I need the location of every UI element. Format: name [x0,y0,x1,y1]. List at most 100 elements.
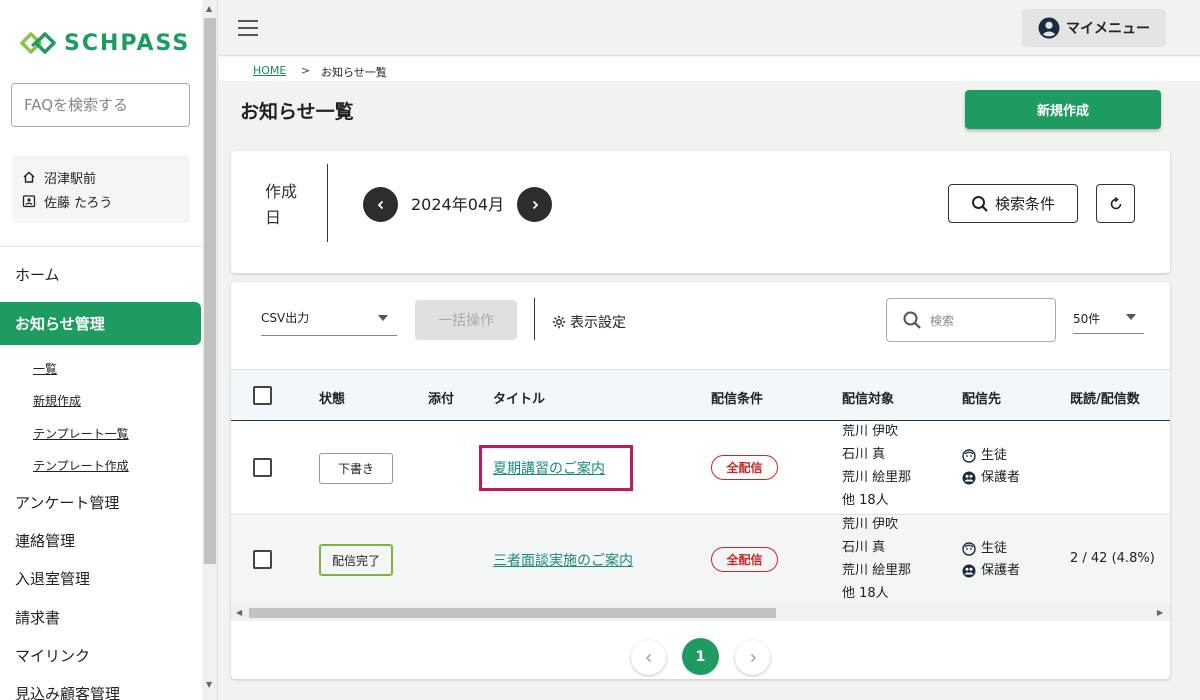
sidebar-item-notice-mgmt[interactable]: お知らせ管理 [0,302,201,345]
page-title: お知らせ一覧 [240,101,354,123]
csv-caret-down-icon [378,315,388,321]
gear-icon [552,315,566,329]
status-badge: 下書き [319,453,393,484]
row-checkbox[interactable] [253,550,272,569]
logo-text: SCHPASS [64,30,191,56]
target-list: 荒川 伊吹 石川 真 荒川 絵里那 他 18人 [842,420,911,512]
current-month: 2024年04月 [411,195,505,214]
my-menu-button[interactable]: マイメニュー [1022,9,1166,47]
notice-list-card: CSV出力 一括操作 表示設定 検索 50件 状態 添付 タイトル 配信条件 配… [231,282,1170,679]
col-header-targets[interactable]: 配信対象 [842,388,894,407]
faq-search-input[interactable] [11,83,190,127]
pagination-next-button[interactable] [735,640,770,675]
created-date-label: 作成日 [265,182,298,227]
school-row: 沼津駅前 [22,165,180,189]
pagination-prev-button[interactable] [631,640,666,675]
my-menu-label: マイメニュー [1066,21,1150,37]
sidebar-item-prospect[interactable]: 見込み顧客管理 [15,683,120,700]
sidebar-subitem-template-list[interactable]: テンプレート一覧 [33,425,129,442]
col-header-destination[interactable]: 配信先 [962,388,1001,407]
new-notice-button[interactable]: 新規作成 [965,90,1161,129]
col-header-title[interactable]: タイトル [493,388,545,407]
csv-export-select[interactable]: CSV出力 [261,300,397,336]
account-circle-icon [1038,17,1060,39]
notice-title-link[interactable]: 夏期講習のご案内 [493,458,605,478]
display-settings-button[interactable]: 表示設定 [552,312,626,332]
table-header: 状態 添付 タイトル 配信条件 配信対象 配信先 既読/配信数 [231,369,1170,421]
date-divider [327,164,328,242]
destination-label: 保護者 [981,563,1021,578]
next-month-button[interactable] [517,187,552,222]
chevron-right-icon [532,200,538,209]
target-name: 石川 真 [842,447,886,462]
chevron-left-icon [377,200,383,209]
pagination-current-page[interactable]: 1 [682,638,719,675]
status-badge: 配信完了 [319,544,393,576]
date-filter-card: 作成日 2024年04月 検索条件 [231,151,1170,273]
search-icon [903,311,921,329]
search-conditions-button[interactable]: 検索条件 [948,184,1078,223]
table-row: 配信完了 三者面談実施のご案内 全配信 荒川 伊吹 石川 真 荒川 絵里那 他 … [231,516,1170,608]
col-header-condition[interactable]: 配信条件 [711,388,763,407]
condition-badge: 全配信 [711,547,778,572]
toolbar-divider [534,298,535,340]
breadcrumb-home-link[interactable]: HOME [253,64,286,77]
chevron-left-icon [645,653,651,662]
col-header-attachment[interactable]: 添付 [428,388,454,407]
select-all-checkbox[interactable] [253,386,272,405]
sidebar-item-contact[interactable]: 連絡管理 [15,530,75,551]
sidebar-scrollbar[interactable]: ▲ ▼ [202,0,217,700]
hamburger-menu-icon[interactable] [238,20,258,36]
logo[interactable]: SCHPASS [18,28,190,58]
target-name: 荒川 絵里那 [842,563,912,578]
destination-label: 保護者 [981,470,1021,485]
notice-title-link[interactable]: 三者面談実施のご案内 [493,550,633,570]
table-row: 下書き 夏期講習のご案内 全配信 荒川 伊吹 石川 真 荒川 絵里那 他 18人… [231,422,1170,515]
list-search-input[interactable]: 検索 [886,298,1056,342]
user-name: 佐藤 たろう [44,195,113,211]
sidebar-subitem-new[interactable]: 新規作成 [33,392,81,409]
scroll-right-arrow-icon[interactable]: ▶ [1157,608,1163,617]
sidebar-item-home[interactable]: ホーム [15,264,60,285]
destination-student: 生徒 [962,538,1020,560]
csv-export-label: CSV出力 [261,311,310,325]
target-name: 荒川 伊吹 [842,424,899,439]
per-page-select[interactable]: 50件 [1073,300,1144,334]
row-checkbox[interactable] [253,458,272,477]
table-scroll-thumb[interactable] [249,608,776,618]
destination-list: 生徒 保護者 [962,445,1020,489]
scroll-left-arrow-icon[interactable]: ◀ [236,608,242,617]
table-horizontal-scrollbar[interactable]: ◀ ▶ [231,605,1170,621]
list-search-placeholder: 検索 [930,313,955,328]
sidebar: SCHPASS 沼津駅前 佐藤 たろう ホーム お知らせ管理 一覧 新規作成 テ… [0,0,218,700]
sidebar-item-survey[interactable]: アンケート管理 [15,492,119,513]
refresh-button[interactable] [1096,184,1135,223]
sidebar-content: SCHPASS 沼津駅前 佐藤 たろう ホーム お知らせ管理 一覧 新規作成 テ… [0,0,202,700]
sidebar-subitem-template-new[interactable]: テンプレート作成 [33,457,129,474]
breadcrumb: HOME > お知らせ一覧 [219,57,1200,81]
scroll-up-arrow-icon[interactable]: ▲ [206,4,212,13]
sidebar-divider [0,246,202,247]
user-info-box: 沼津駅前 佐藤 たろう [12,155,190,223]
prev-month-button[interactable] [363,187,398,222]
breadcrumb-separator: > [301,64,311,77]
target-name: 荒川 絵里那 [842,470,912,485]
sidebar-scroll-thumb[interactable] [204,18,216,564]
destination-student: 生徒 [962,445,1020,467]
destination-label: 生徒 [981,541,1008,556]
sidebar-item-invoice[interactable]: 請求書 [15,607,60,628]
sidebar-subitem-list[interactable]: 一覧 [33,360,57,377]
id-badge-icon [22,195,36,208]
sidebar-item-mylink[interactable]: マイリンク [15,645,90,666]
bulk-action-button[interactable]: 一括操作 [415,300,517,340]
sidebar-item-entry[interactable]: 入退室管理 [15,568,90,589]
school-name: 沼津駅前 [44,171,97,187]
destination-list: 生徒 保護者 [962,538,1020,582]
col-header-read-count[interactable]: 既読/配信数 [1070,388,1140,407]
target-name: 荒川 伊吹 [842,517,899,532]
col-header-status[interactable]: 状態 [319,388,345,407]
display-settings-label: 表示設定 [570,315,626,331]
scroll-down-arrow-icon[interactable]: ▼ [206,680,212,689]
user-row: 佐藤 たろう [22,189,180,213]
search-conditions-label: 検索条件 [994,195,1055,213]
